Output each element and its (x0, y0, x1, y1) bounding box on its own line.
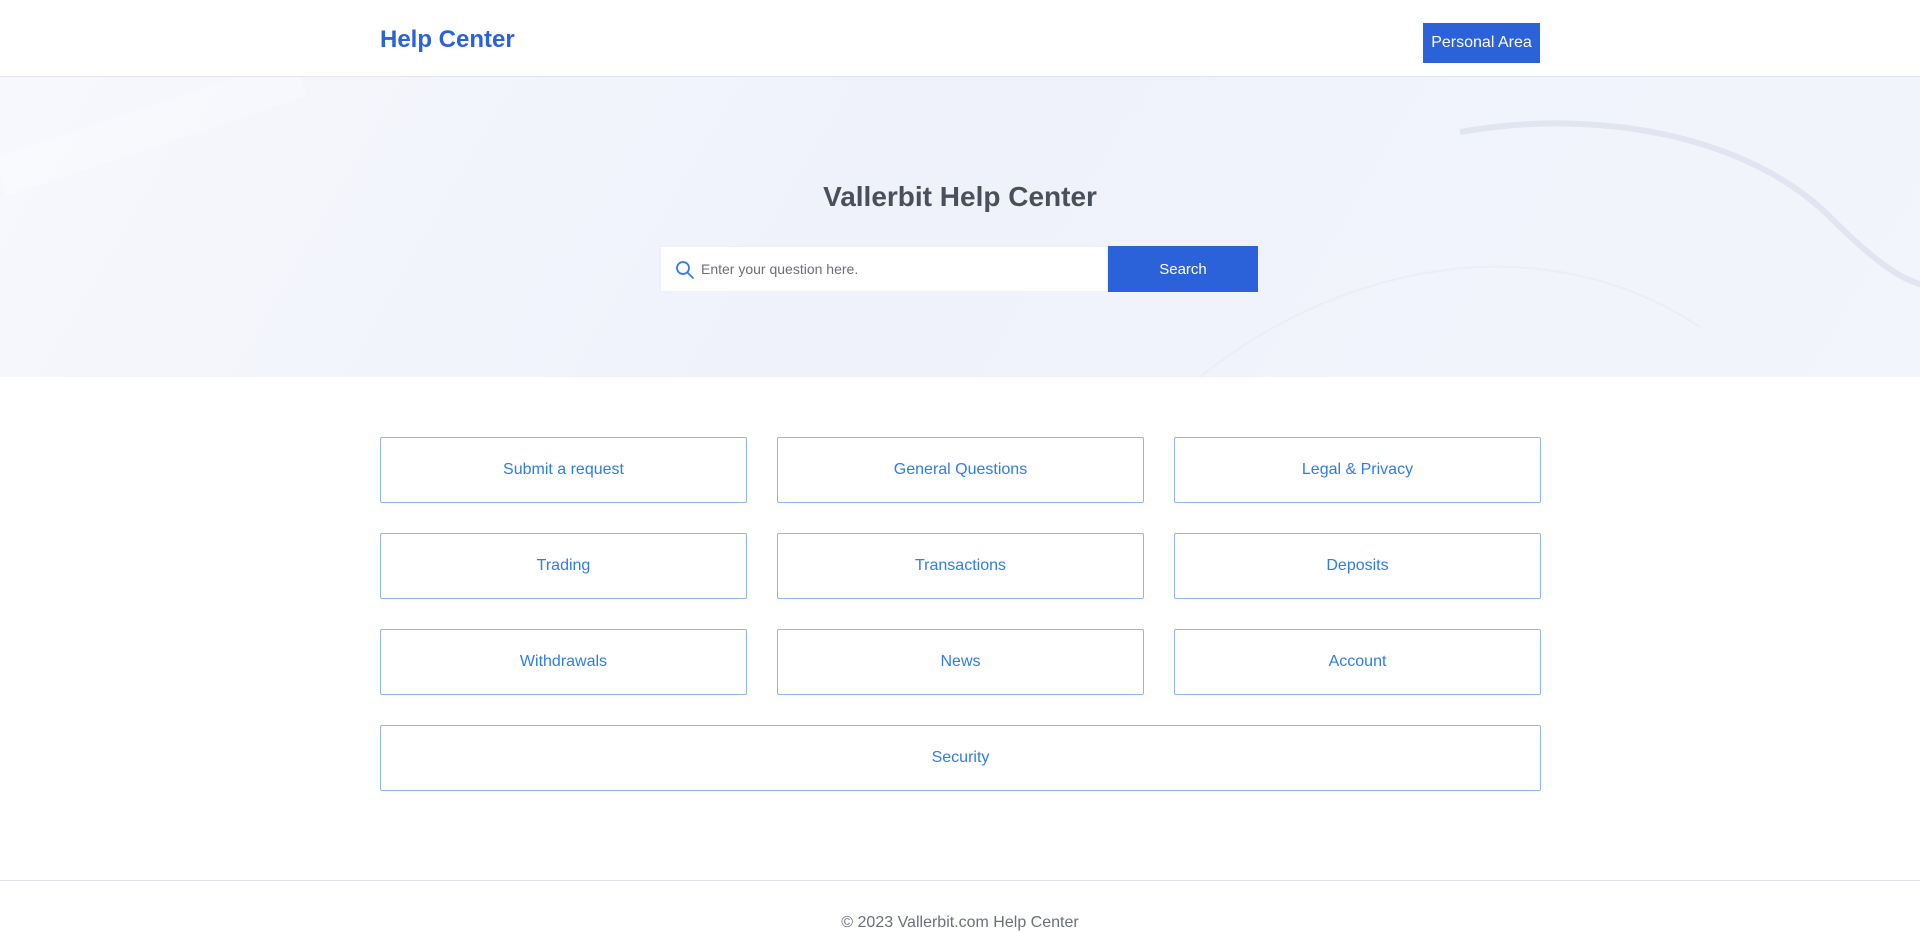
category-general-questions[interactable]: General Questions (777, 437, 1144, 503)
category-grid: Submit a request General Questions Legal… (380, 437, 1541, 791)
category-transactions[interactable]: Transactions (777, 533, 1144, 599)
hero-banner: Vallerbit Help Center Search (0, 77, 1920, 377)
category-trading[interactable]: Trading (380, 533, 747, 599)
search-icon (675, 260, 695, 280)
category-legal-privacy[interactable]: Legal & Privacy (1174, 437, 1541, 503)
category-account[interactable]: Account (1174, 629, 1541, 695)
search-bar: Search (660, 246, 1258, 292)
footer-copyright: © 2023 Vallerbit.com Help Center (841, 914, 1079, 931)
category-news[interactable]: News (777, 629, 1144, 695)
category-withdrawals[interactable]: Withdrawals (380, 629, 747, 695)
hero-decoration (0, 77, 1920, 377)
page-title: Vallerbit Help Center (823, 181, 1097, 212)
site-header: Help Center Personal Area (0, 0, 1920, 77)
category-security[interactable]: Security (380, 725, 1541, 791)
search-input[interactable] (701, 247, 1101, 291)
site-footer: © 2023 Vallerbit.com Help Center (0, 880, 1920, 931)
search-box (660, 246, 1108, 292)
help-center-logo[interactable]: Help Center (380, 26, 515, 54)
search-button[interactable]: Search (1108, 246, 1258, 292)
category-submit-request[interactable]: Submit a request (380, 437, 747, 503)
category-deposits[interactable]: Deposits (1174, 533, 1541, 599)
personal-area-button[interactable]: Personal Area (1423, 23, 1540, 63)
